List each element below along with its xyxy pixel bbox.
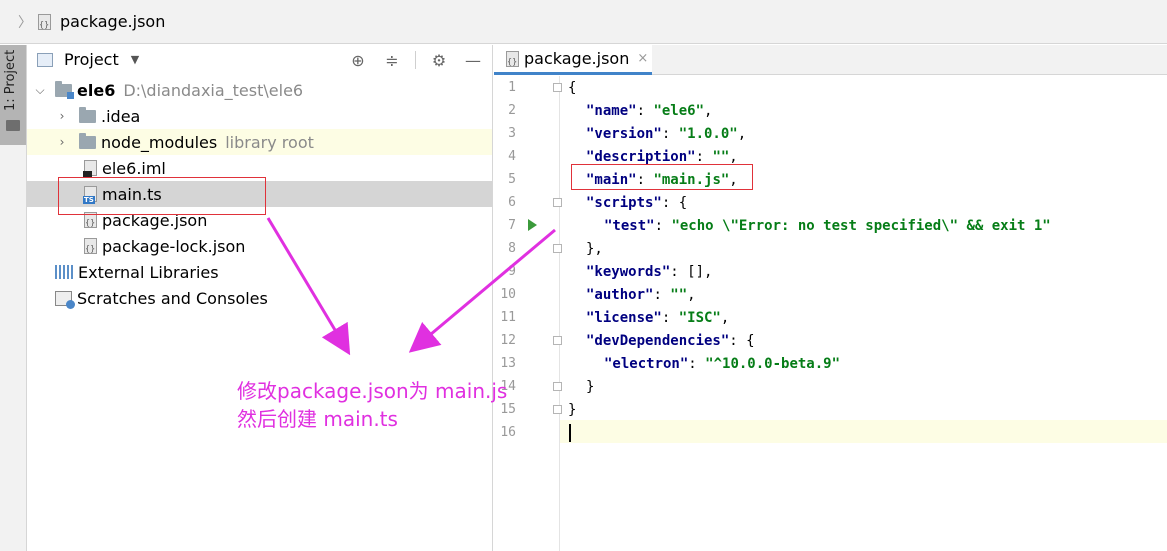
library-icon [55, 265, 73, 279]
tree-item-label: node_modules [101, 132, 218, 152]
chevron-right-icon[interactable]: › [55, 135, 69, 149]
tree-item-label: External Libraries [78, 262, 219, 282]
code-line[interactable]: "test": "echo \"Error: no test specified… [560, 214, 1167, 237]
project-toolbar: ⊕ ≑ ⚙ — [347, 49, 484, 71]
project-view-selector[interactable]: Project ▼ [37, 50, 139, 69]
line-number: 11 [500, 310, 516, 325]
folder-icon [6, 120, 20, 131]
root-name: ele6 [77, 80, 116, 100]
highlight-box-main-field [571, 164, 753, 190]
line-number: 3 [508, 126, 516, 141]
json-file-icon [84, 238, 97, 254]
breadcrumb-file-label: package.json [60, 12, 166, 31]
root-path: D:\diandaxia_test\ele6 [123, 80, 304, 100]
code-line[interactable]: "scripts": { [560, 191, 1167, 214]
project-view-icon [37, 52, 53, 67]
iml-file-icon [83, 160, 97, 177]
tree-item-label: ele6.iml [102, 158, 166, 178]
run-script-icon[interactable] [528, 219, 537, 231]
folder-icon [79, 106, 96, 123]
code-line[interactable]: "author": "", [560, 283, 1167, 306]
breadcrumb-file[interactable]: package.json [38, 12, 165, 31]
tree-item-root[interactable]: ⌵ ele6 D:\diandaxia_test\ele6 [27, 77, 492, 103]
line-number: 1 [508, 80, 516, 95]
line-number: 8 [508, 241, 516, 256]
code-line[interactable]: } [560, 375, 1167, 398]
annotation-line-2: 然后创建 main.ts [237, 407, 398, 431]
project-panel-header: Project ▼ ⊕ ≑ ⚙ — [27, 45, 492, 74]
tree-item-label: .idea [101, 106, 141, 126]
toolbar-divider [415, 51, 416, 69]
code-line[interactable]: { [560, 76, 1167, 99]
project-tab-label: 1: Project [3, 49, 18, 111]
project-folder-icon [55, 80, 74, 99]
tree-item-external-libraries[interactable]: External Libraries [27, 259, 492, 285]
minimize-icon[interactable]: — [462, 49, 484, 71]
line-number: 5 [508, 172, 516, 187]
line-number: 9 [508, 264, 516, 279]
tree-item-package-lock[interactable]: package-lock.json [27, 233, 492, 259]
tree-item-node-modules[interactable]: › node_modules library root [27, 129, 492, 155]
code-line[interactable]: "devDependencies": { [560, 329, 1167, 352]
text-cursor [569, 423, 571, 442]
tab-package-json[interactable]: package.json × [494, 45, 652, 75]
tool-window-stripe: 1: Project [0, 45, 27, 551]
project-tool-window-tab[interactable]: 1: Project [0, 45, 26, 145]
code-line[interactable]: } [560, 398, 1167, 421]
editor-area: package.json × 12345678910111213141516 {… [494, 45, 1167, 551]
line-number: 7 [508, 218, 516, 233]
json-file-icon [506, 50, 519, 67]
chevron-right-icon[interactable]: › [55, 109, 69, 123]
navigation-breadcrumb: ele6 〉 package.json [0, 0, 1167, 551]
folder-icon [79, 132, 96, 149]
line-number: 10 [500, 287, 516, 302]
line-number: 6 [508, 195, 516, 210]
highlight-box-main-ts [58, 177, 266, 215]
tree-item-idea[interactable]: › .idea [27, 103, 492, 129]
line-number: 4 [508, 149, 516, 164]
code-line[interactable]: "version": "1.0.0", [560, 122, 1167, 145]
project-panel: Project ▼ ⊕ ≑ ⚙ — ⌵ ele6 D:\diandaxia_te… [27, 45, 493, 551]
tab-label: package.json [524, 49, 630, 68]
line-number: 12 [500, 333, 516, 348]
code-line[interactable]: "electron": "^10.0.0-beta.9" [560, 352, 1167, 375]
code-line[interactable]: }, [560, 237, 1167, 260]
library-root-tag: library root [225, 132, 314, 152]
code-line[interactable]: "name": "ele6", [560, 99, 1167, 122]
tree-item-label: Scratches and Consoles [77, 288, 268, 308]
tree-item-label: package-lock.json [102, 236, 246, 256]
close-icon[interactable]: × [637, 51, 648, 66]
code-line[interactable]: "license": "ISC", [560, 306, 1167, 329]
code-line[interactable]: "keywords": [], [560, 260, 1167, 283]
annotation-note: 修改package.json为 main.js 然后创建 main.ts [237, 377, 507, 433]
tree-item-scratches[interactable]: Scratches and Consoles [27, 285, 492, 311]
project-panel-title: Project [64, 50, 119, 69]
code-line[interactable] [560, 421, 1167, 444]
line-number: 2 [508, 103, 516, 118]
chevron-down-icon[interactable]: ⌵ [33, 83, 47, 98]
editor-tab-bar: package.json × [494, 45, 1167, 75]
collapse-all-icon[interactable]: ≑ [381, 49, 403, 71]
json-file-icon [38, 13, 51, 30]
scratches-icon [55, 290, 75, 309]
gear-icon[interactable]: ⚙ [428, 49, 450, 71]
line-number: 13 [500, 356, 516, 371]
locate-icon[interactable]: ⊕ [347, 49, 369, 71]
code-editor[interactable]: {"name": "ele6", "version": "1.0.0", "desc… [560, 76, 1167, 551]
chevron-down-icon: ▼ [130, 53, 140, 66]
breadcrumb-separator: 〉 [18, 14, 32, 31]
annotation-line-1: 修改package.json为 main.js [237, 379, 508, 403]
